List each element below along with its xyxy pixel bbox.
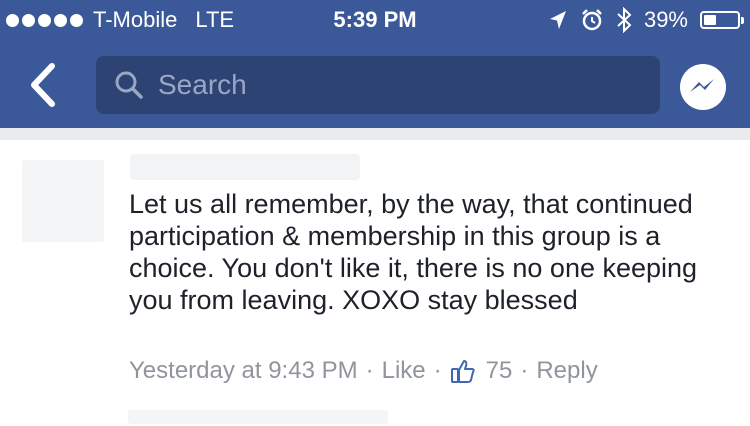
alarm-icon (582, 9, 602, 31)
like-count[interactable]: 75 (486, 357, 513, 385)
reply-link[interactable]: Reply (536, 357, 597, 385)
bluetooth-icon (617, 7, 632, 33)
avatar[interactable] (22, 160, 104, 242)
like-link[interactable]: Like (382, 357, 426, 385)
back-button[interactable] (22, 60, 66, 110)
status-bar: T-Mobile LTE 5:39 PM 39% (0, 0, 750, 40)
search-box[interactable] (96, 56, 660, 114)
separator-dot: · (520, 357, 529, 384)
comment-timestamp[interactable]: Yesterday at 9:43 PM (129, 357, 358, 385)
comment-text: Let us all remember, by the way, that co… (129, 189, 698, 315)
messenger-icon (690, 79, 714, 92)
comment-meta: Yesterday at 9:43 PM · Like · 75 · Reply (129, 354, 598, 388)
status-right: 39% (548, 0, 744, 40)
messenger-button[interactable] (680, 64, 726, 110)
search-icon (115, 71, 143, 99)
separator-dot: · (365, 357, 374, 384)
thumbs-up-icon (450, 360, 475, 383)
author-name-placeholder (130, 154, 360, 180)
section-divider (0, 128, 750, 140)
comment: Let us all remember, by the way, that co… (0, 140, 750, 426)
search-input[interactable] (156, 68, 640, 102)
top-bar: T-Mobile LTE 5:39 PM 39% (0, 0, 750, 128)
separator-dot: · (433, 357, 442, 384)
next-comment-placeholder (128, 410, 388, 424)
back-chevron-icon (31, 63, 55, 107)
battery-icon (700, 11, 744, 29)
location-arrow-icon (549, 11, 566, 29)
battery-percent: 39% (643, 7, 688, 32)
battery-fill (704, 15, 716, 25)
